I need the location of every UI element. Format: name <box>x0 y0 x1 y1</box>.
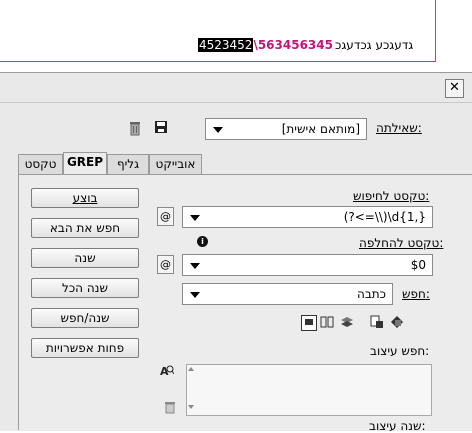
footnotes-icon[interactable] <box>390 315 404 329</box>
find-what-value: (?<=\\)\d{1,} <box>343 210 426 224</box>
change-all-button[interactable]: שנה הכל <box>31 278 139 298</box>
tab-object[interactable]: אובייקט <box>149 154 202 174</box>
tab-text[interactable]: טקסט <box>18 154 63 174</box>
chevron-down-icon <box>190 292 200 298</box>
document-canvas <box>0 0 472 70</box>
special-chars-find-button[interactable]: @ <box>157 207 174 226</box>
query-select[interactable]: [מותאם אישית] <box>205 118 367 140</box>
margin-guide-bottom <box>0 61 436 62</box>
document-text-line[interactable]: 4523452\563456345 גדעגכע גכדעגכ <box>198 38 413 52</box>
scroll-down-icon[interactable] <box>188 405 194 409</box>
master-pages-icon[interactable] <box>370 315 384 329</box>
tab-glyph[interactable]: גליף <box>107 154 149 174</box>
at-sign-icon: @ <box>160 258 171 271</box>
change-button[interactable]: שנה <box>31 248 139 268</box>
plain-text: גדעגכע גכדעגכ <box>334 38 414 52</box>
special-chars-change-button[interactable]: @ <box>157 255 174 274</box>
find-what-label: טקסט לחיפוש: <box>353 189 430 203</box>
query-label: שאילתה: <box>376 121 422 135</box>
save-icon[interactable] <box>154 120 168 134</box>
tab-grep[interactable]: GREP <box>63 152 107 174</box>
margin-guide <box>435 0 436 62</box>
scroll-up-icon[interactable] <box>188 367 194 371</box>
search-scope-select[interactable]: כתבה <box>182 283 393 305</box>
close-icon: ✕ <box>449 80 460 95</box>
query-value: [מותאם אישית] <box>281 122 360 136</box>
trash-icon[interactable] <box>128 120 142 136</box>
hidden-layers-icon[interactable] <box>340 315 354 329</box>
titlebar-divider <box>0 102 472 103</box>
done-button[interactable]: בוצע <box>31 188 139 208</box>
locked-layers-icon[interactable] <box>301 315 317 331</box>
search-label: חפש: <box>402 287 430 301</box>
chevron-down-icon <box>190 263 200 269</box>
find-next-button[interactable]: חפש את הבא <box>31 218 139 238</box>
change-find-button[interactable]: שנה/חפש <box>31 308 139 328</box>
clear-format-trash-icon[interactable] <box>164 401 176 414</box>
close-button[interactable]: ✕ <box>445 79 464 98</box>
search-scope-value: כתבה <box>356 287 386 301</box>
highlighted-text: 4523452 <box>198 38 254 52</box>
change-format-label: שנה עיצוב: <box>369 419 426 433</box>
fewer-options-button[interactable]: פחות אפשרויות <box>31 338 139 358</box>
change-to-label: טקסט להחלפה: <box>359 236 444 250</box>
info-icon: i <box>197 236 208 247</box>
at-sign-icon: @ <box>160 210 171 223</box>
find-what-input[interactable]: (?<=\\)\d{1,} <box>182 206 433 228</box>
chevron-down-icon <box>213 127 223 133</box>
find-format-box[interactable] <box>186 364 432 416</box>
matched-text: \563456345 <box>253 38 333 52</box>
chevron-down-icon <box>190 215 200 221</box>
format-search-icon[interactable]: A <box>160 364 175 378</box>
change-to-value: $0 <box>410 258 426 272</box>
find-format-label: חפש עיצוב: <box>370 344 430 358</box>
change-to-input[interactable]: $0 <box>182 254 433 276</box>
locked-stories-icon[interactable] <box>320 315 334 329</box>
